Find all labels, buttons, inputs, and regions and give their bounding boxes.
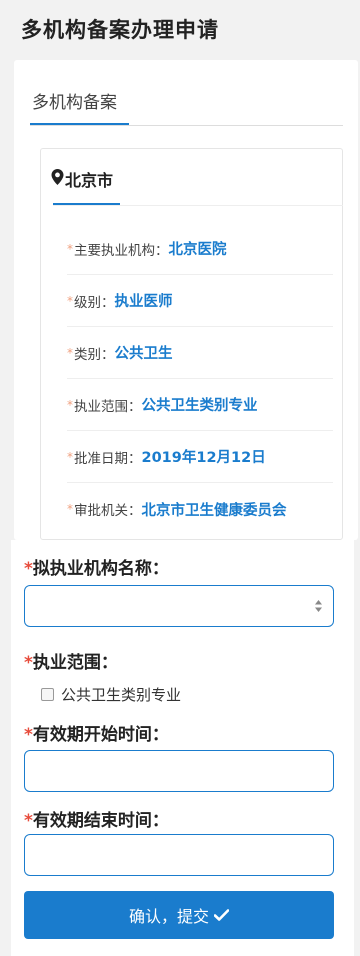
tab-divider <box>30 125 343 126</box>
practice-scope-checkbox[interactable] <box>41 687 54 701</box>
required-mark: * <box>67 241 73 256</box>
city-record-panel: 北京市 * 主要执业机构： 北京医院 * 级别： 执业医师 * 类别： 公共卫生… <box>40 148 343 540</box>
tab-multi-institution-record[interactable]: 多机构备案 <box>32 88 117 113</box>
valid-end-input[interactable] <box>24 834 334 876</box>
required-mark: * <box>67 293 73 308</box>
map-marker-icon <box>51 169 64 185</box>
institution-name-label-text: 拟执业机构名称： <box>32 559 169 579</box>
city-divider <box>53 205 343 206</box>
field-approval-date: * 批准日期： 2019年12月12日 <box>67 431 333 483</box>
application-form: *拟执业机构名称： *执业范围： 公共卫生类别专业 *有效期开始时间： *有效期… <box>11 540 354 956</box>
field-label: 批准日期： <box>74 450 142 467</box>
submit-button-label: 确认，提交 <box>128 907 209 926</box>
field-approval-authority: * 审批机关： 北京市卫生健康委员会 <box>67 483 333 535</box>
field-label: 审批机关： <box>74 503 142 519</box>
select-arrows-icon <box>315 600 322 612</box>
field-value: 2019年12月12日 <box>141 450 266 466</box>
institution-name-label: *拟执业机构名称： <box>24 554 169 579</box>
practice-scope-label: *执业范围： <box>24 648 118 673</box>
valid-end-label-text: 有效期结束时间： <box>32 811 169 831</box>
required-mark: * <box>67 449 73 464</box>
practice-scope-label-text: 执业范围： <box>32 653 118 673</box>
city-name[interactable]: 北京市 <box>65 167 113 191</box>
field-label: 类别： <box>74 346 115 363</box>
check-icon <box>214 909 229 921</box>
field-practice-scope: * 执业范围： 公共卫生类别专业 <box>67 379 333 431</box>
field-label: 主要执业机构： <box>74 242 169 259</box>
field-value: 北京医院 <box>168 242 227 258</box>
field-category: * 类别： 公共卫生 <box>67 327 333 379</box>
field-value: 北京市卫生健康委员会 <box>141 502 287 519</box>
valid-start-label-text: 有效期开始时间： <box>32 725 169 745</box>
practice-scope-option-label[interactable]: 公共卫生类别专业 <box>61 684 181 705</box>
required-mark: * <box>24 653 33 673</box>
required-mark: * <box>24 559 33 579</box>
valid-start-input[interactable] <box>24 750 334 792</box>
field-level: * 级别： 执业医师 <box>67 275 333 327</box>
required-mark: * <box>67 345 73 360</box>
page-title: 多机构备案办理申请 <box>21 18 219 42</box>
field-primary-institution: * 主要执业机构： 北京医院 <box>67 223 333 275</box>
required-mark: * <box>24 811 33 831</box>
required-mark: * <box>67 397 73 412</box>
field-label: 执业范围： <box>74 398 142 415</box>
field-value: 公共卫生 <box>114 346 173 362</box>
required-mark: * <box>24 725 33 745</box>
field-value: 公共卫生类别专业 <box>141 398 258 414</box>
institution-name-select[interactable] <box>24 585 334 627</box>
field-value: 执业医师 <box>114 294 173 310</box>
valid-start-label: *有效期开始时间： <box>24 720 169 745</box>
practice-scope-option[interactable]: 公共卫生类别专业 <box>41 684 181 704</box>
valid-end-label: *有效期结束时间： <box>24 806 169 831</box>
field-label: 级别： <box>74 294 115 311</box>
submit-button[interactable]: 确认，提交 <box>24 891 334 939</box>
record-card: 多机构备案 北京市 * 主要执业机构： 北京医院 * 级别： 执业医师 * 类别… <box>14 60 358 540</box>
required-mark: * <box>67 502 73 516</box>
